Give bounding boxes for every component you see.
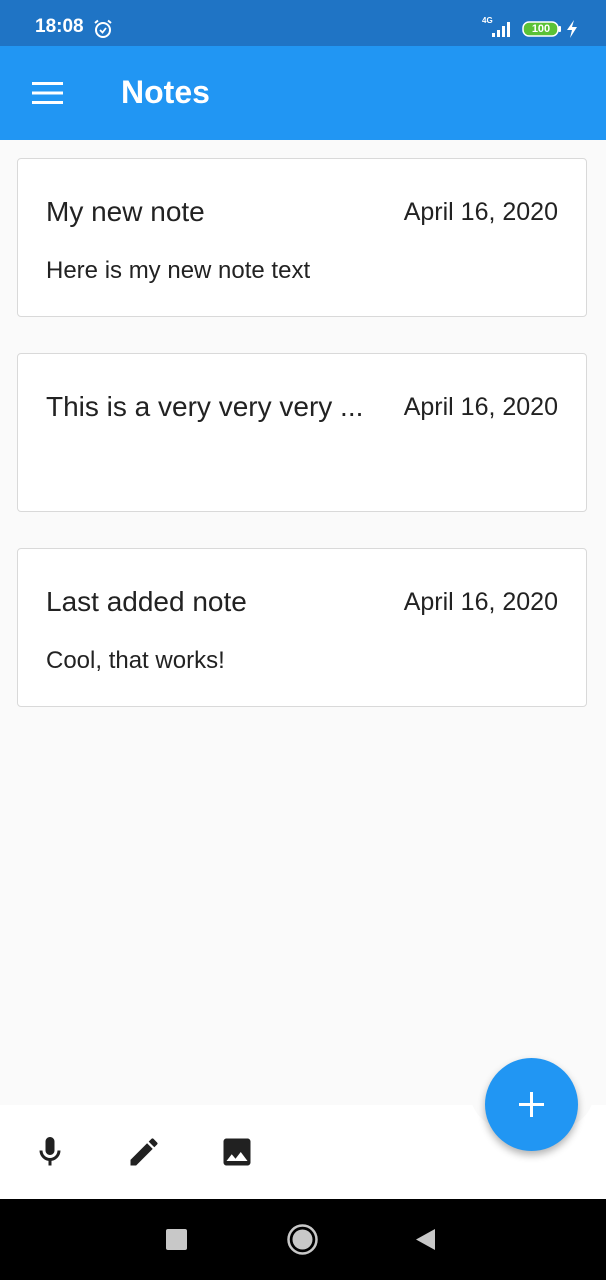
- plus-icon: [519, 1092, 544, 1117]
- status-time: 18:08: [35, 16, 84, 37]
- microphone-icon[interactable]: [32, 1134, 68, 1170]
- note-card[interactable]: This is a very very very ... April 16, 2…: [17, 353, 587, 512]
- note-body: Cool, that works!: [46, 647, 225, 674]
- note-card[interactable]: Last added note April 16, 2020 Cool, tha…: [17, 548, 587, 707]
- signal-icon: [492, 22, 510, 37]
- system-navigation-bar: [0, 1199, 606, 1280]
- note-date: April 16, 2020: [403, 588, 558, 616]
- app-bar: Notes: [0, 46, 606, 140]
- alarm-icon: [94, 19, 112, 38]
- charging-icon: [567, 20, 577, 38]
- menu-icon[interactable]: [32, 82, 63, 104]
- note-title: My new note: [46, 196, 205, 227]
- back-icon[interactable]: [415, 1228, 436, 1251]
- note-title: This is a very very very ...: [46, 391, 364, 422]
- image-icon[interactable]: [219, 1134, 255, 1170]
- note-body: Here is my new note text: [46, 257, 311, 284]
- battery-level: 100: [531, 23, 551, 35]
- add-note-button[interactable]: [485, 1058, 578, 1151]
- pencil-icon[interactable]: [126, 1134, 162, 1170]
- note-date: April 16, 2020: [403, 198, 558, 226]
- note-card[interactable]: My new note April 16, 2020 Here is my ne…: [17, 158, 587, 317]
- note-title: Last added note: [46, 586, 247, 617]
- page-title: Notes: [121, 74, 210, 110]
- home-icon[interactable]: [287, 1224, 318, 1255]
- status-bar: 18:08 4G 100: [0, 0, 606, 46]
- recent-apps-icon[interactable]: [166, 1229, 187, 1250]
- note-date: April 16, 2020: [403, 393, 558, 421]
